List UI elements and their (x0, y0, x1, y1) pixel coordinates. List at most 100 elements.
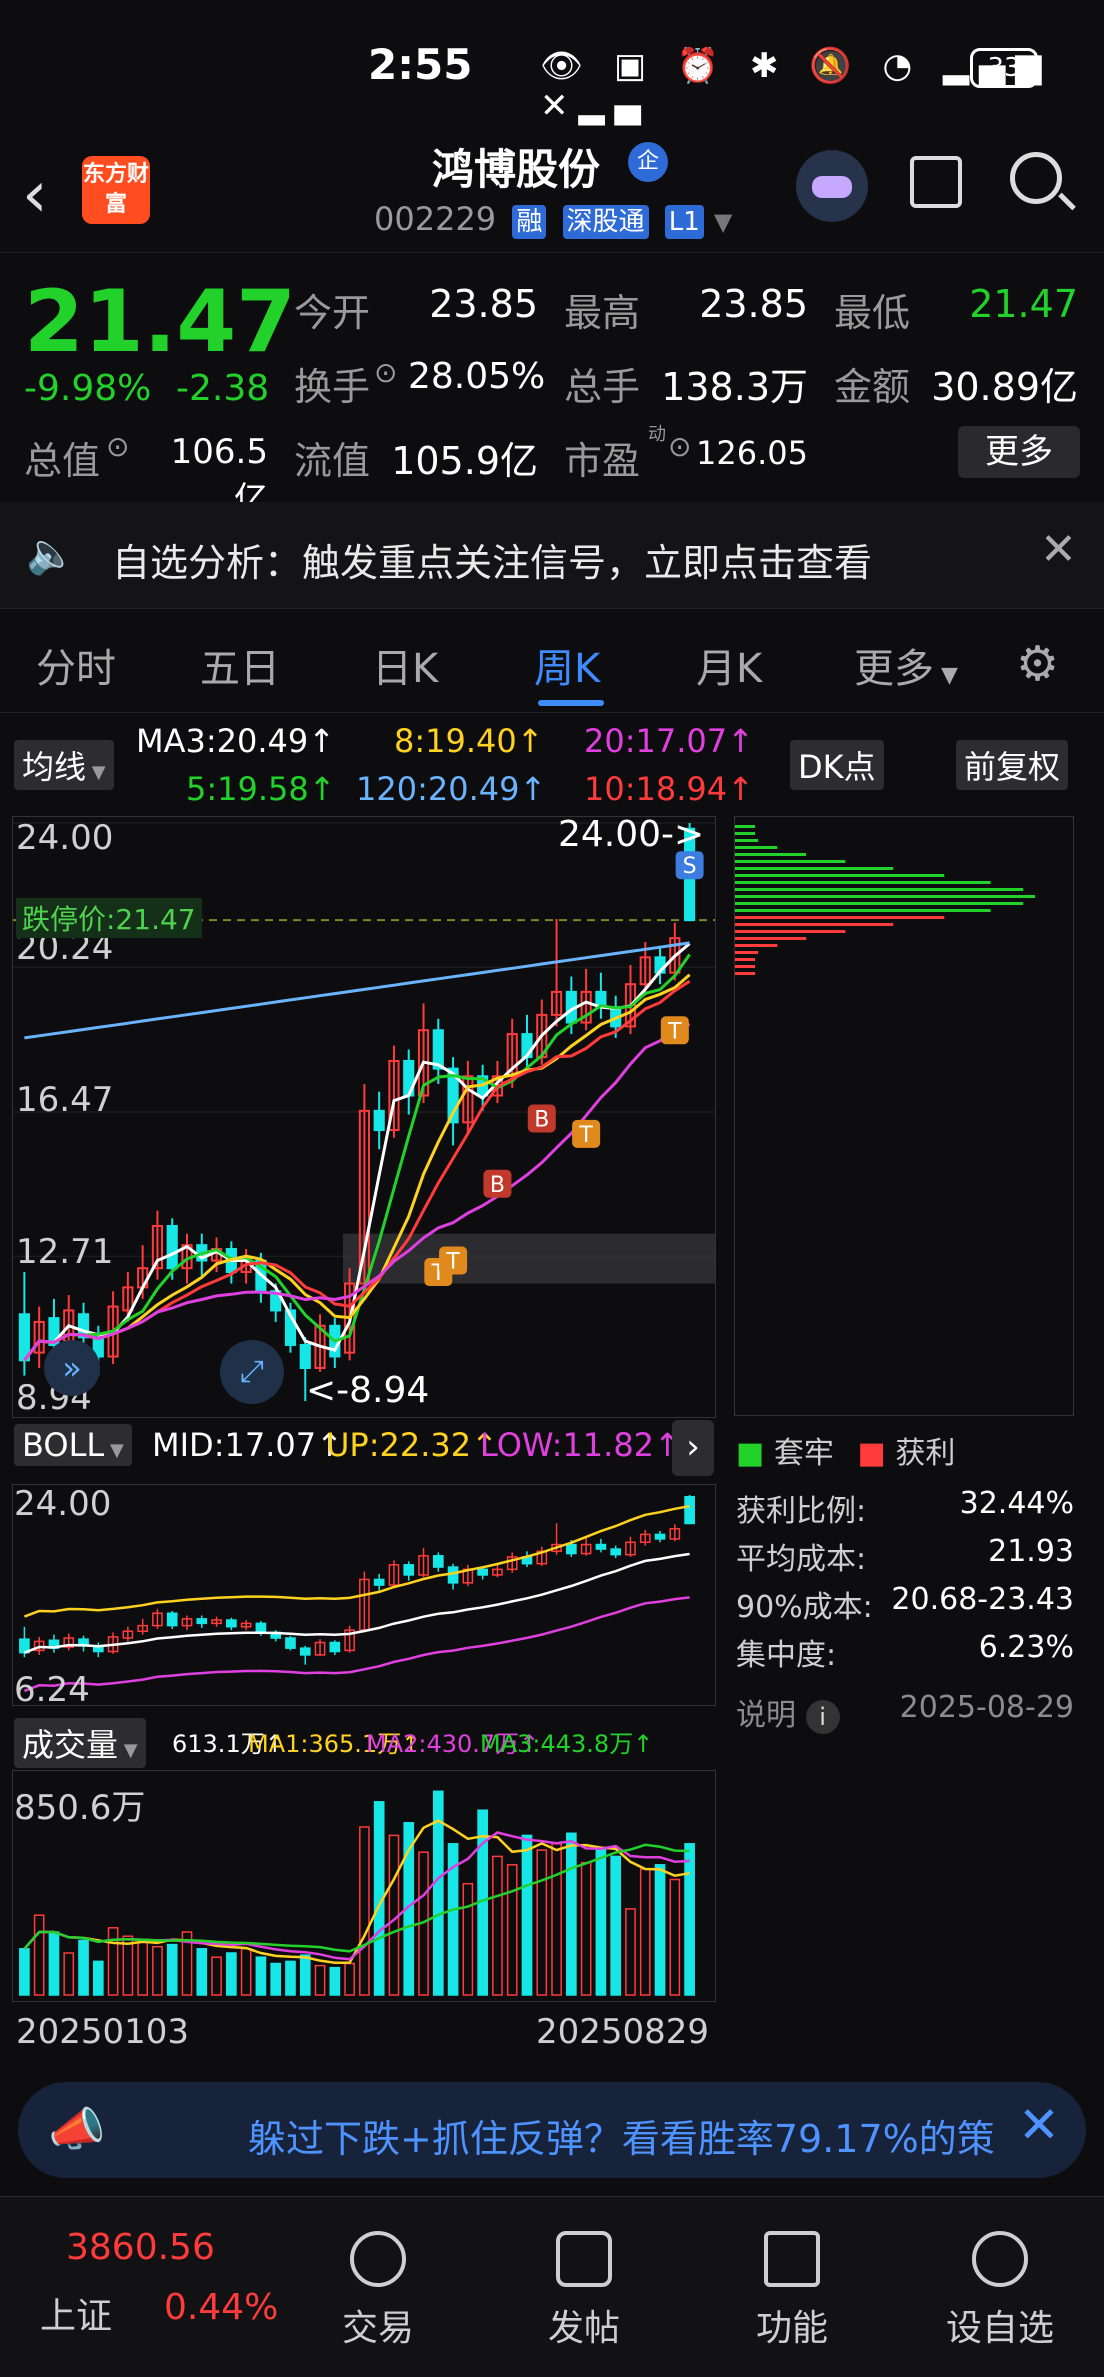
strategy-ad-banner[interactable]: 📣 躲过下跌+抓住反弹？看看胜率79.17%的策 ✕ (18, 2082, 1086, 2178)
gear-icon[interactable]: ⚙ (1016, 636, 1059, 692)
change-percent: -9.98% (24, 368, 152, 409)
volume-bar (33, 1914, 45, 1996)
expand-left-icon[interactable]: » (44, 1340, 100, 1396)
label-amount: 金额 (834, 365, 911, 409)
boll-mid: MID:17.07↑ (152, 1426, 343, 1464)
search-icon[interactable] (1010, 152, 1062, 204)
tab-weekly-k[interactable]: 周K (534, 636, 600, 694)
chip-profit-ratio-label: 获利比例: (736, 1494, 867, 1529)
tab-five-day[interactable]: 五日 (200, 636, 280, 694)
chip-bar (735, 944, 778, 947)
boll-candle (285, 1637, 296, 1649)
back-icon[interactable]: ‹ (22, 158, 48, 232)
index-name[interactable]: 上证 (40, 2287, 112, 2339)
value-turnover: 28.05% (408, 356, 546, 397)
status-time: 2:55 (368, 40, 473, 89)
volume-bar (654, 1864, 666, 1996)
volume-bar (492, 1855, 503, 1996)
boll-indicator-button[interactable]: BOLL ▼ (14, 1424, 132, 1466)
app-logo: 东方财富 (82, 156, 150, 224)
label-low: 最低 (834, 291, 911, 335)
share-icon[interactable] (910, 156, 962, 208)
fullscreen-icon[interactable]: ⤢ (220, 1340, 284, 1404)
volume-bar (595, 1847, 607, 1996)
ma-indicator-button[interactable]: 均线 ▼ (14, 740, 114, 790)
label-open: 今开 (294, 291, 371, 335)
volume-indicator-button[interactable]: 成交量 ▼ (14, 1718, 146, 1768)
chip-bar (735, 874, 945, 877)
index-value[interactable]: 3860.56 (66, 2227, 215, 2268)
boll-candle (373, 1578, 385, 1586)
pe-superscript: 动 (648, 424, 666, 445)
volume-bar (639, 1868, 651, 1996)
add-watchlist-icon[interactable] (972, 2231, 1028, 2287)
volume-bar (48, 1931, 60, 1996)
index-change: 0.44% (164, 2287, 279, 2328)
boll-candle (684, 1495, 695, 1525)
volume-bar (506, 1864, 518, 1996)
tab-intraday[interactable]: 分时 (36, 636, 116, 694)
current-price: 21.47 (24, 272, 297, 372)
chip-profit-ratio-value: 32.44% (959, 1486, 1074, 1521)
chip-concentration-label: 集中度: (736, 1638, 837, 1673)
nav-trade[interactable]: 交易 (308, 2299, 448, 2351)
volume-bar (344, 1962, 355, 1996)
nav-add-watchlist[interactable]: 设自选 (930, 2299, 1070, 2351)
volume-bar (137, 1941, 148, 1996)
volume-bar (226, 1952, 237, 1996)
tag-level: L1 (664, 205, 704, 239)
bottom-navigation: 3860.56 上证 0.44% 交易 发帖 功能 设自选 (0, 2196, 1104, 2377)
info-icon[interactable]: ⊙ (106, 430, 129, 463)
volume-bar (625, 1908, 636, 1996)
forward-adjust-button[interactable]: 前复权 (956, 740, 1069, 790)
ad-text: 躲过下跌+抓住反弹？看看胜率79.17%的策 (248, 2117, 995, 2161)
high-marker: 24.00-> (558, 814, 705, 855)
assistant-robot-icon[interactable] (796, 150, 868, 222)
boll-up: UP:22.32↑ (326, 1426, 498, 1464)
volume-bar (78, 1939, 89, 1996)
volume-bar (359, 1826, 370, 1996)
label-high: 最高 (564, 291, 641, 335)
chip-bar (735, 930, 846, 933)
ma-button-label: 均线 (22, 748, 87, 786)
close-icon[interactable]: ✕ (1040, 524, 1077, 575)
nav-functions[interactable]: 功能 (722, 2299, 862, 2351)
date-start: 20250103 (16, 2012, 190, 2052)
volume-bar (196, 1948, 208, 1996)
tab-more[interactable]: 更多 ▼ (854, 636, 958, 694)
trade-icon[interactable] (350, 2231, 406, 2287)
boll-chart[interactable] (12, 1484, 716, 1706)
chevron-down-icon: ▼ (934, 663, 958, 688)
tab-daily-k[interactable]: 日K (372, 636, 438, 694)
candle (373, 1109, 385, 1132)
info-icon[interactable]: ⊙ (374, 356, 397, 389)
dk-point-button[interactable]: DK点 (790, 740, 884, 790)
functions-icon[interactable] (764, 2231, 820, 2287)
info-icon[interactable]: ⊙ (668, 430, 691, 463)
tab-monthly-k[interactable]: 月K (696, 636, 762, 694)
close-icon[interactable]: ✕ (1018, 2096, 1060, 2154)
label-volume: 总手 (564, 365, 641, 409)
candle (166, 1224, 178, 1270)
volume-bar (285, 1960, 296, 1996)
chip-legend: ■ 套牢 ■ 获利 (736, 1428, 955, 1472)
chip-note[interactable]: 说明 i (736, 1690, 840, 1734)
post-icon[interactable] (556, 2231, 612, 2287)
chip-bar (735, 895, 1035, 898)
boll-candle (432, 1555, 444, 1568)
stock-code-line[interactable]: 002229 融 深股通 L1 ▼ (374, 200, 732, 239)
chip-bar (735, 909, 991, 912)
value-pe: 126.05 (696, 434, 808, 472)
value-low: 21.47 (969, 282, 1078, 326)
candle (18, 1313, 30, 1362)
more-button[interactable]: 更多 (958, 426, 1080, 478)
nav-post[interactable]: 发帖 (514, 2299, 654, 2351)
alert-banner[interactable]: 🔈 自选分析：触发重点关注信号，立即点击查看 ✕ (0, 502, 1104, 609)
chip-bar (735, 846, 778, 849)
ma5-value: 5:19.58↑ (186, 770, 336, 808)
kline-y-label: 24.00 (16, 818, 114, 858)
boll-candle (610, 1548, 622, 1556)
next-indicator-icon[interactable]: › (672, 1420, 714, 1476)
signal-label: S (683, 854, 697, 879)
signal-label: T (445, 1250, 460, 1275)
